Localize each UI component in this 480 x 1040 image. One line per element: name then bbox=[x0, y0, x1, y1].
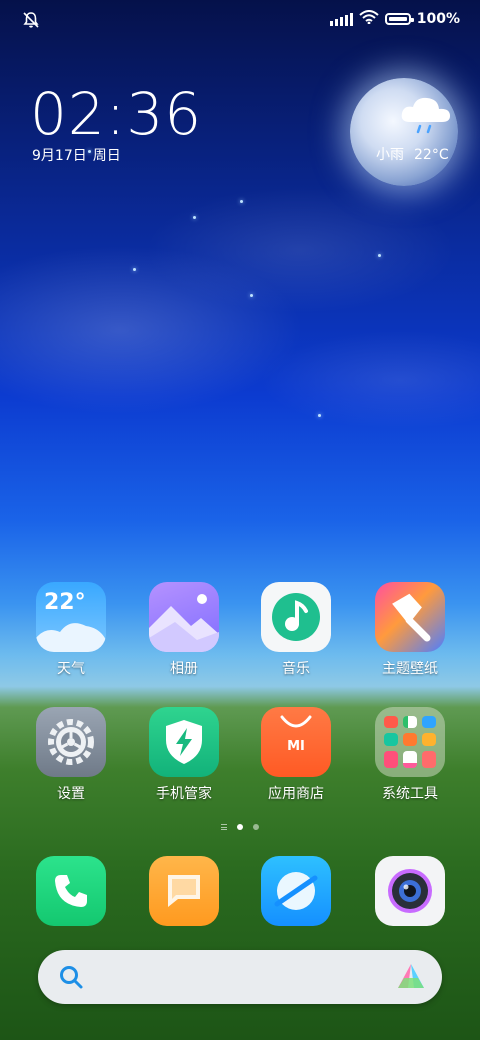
weather-app-temp: 22° bbox=[44, 590, 86, 615]
app-themes[interactable]: 主题壁纸 bbox=[354, 582, 466, 678]
app-label: 音乐 bbox=[282, 661, 310, 677]
dock-messages[interactable] bbox=[128, 856, 240, 926]
search-bar[interactable] bbox=[38, 950, 442, 1004]
folder-mini-app-icon bbox=[403, 716, 417, 729]
clock-date[interactable]: 9月17日 周日 bbox=[32, 145, 121, 165]
folder-mini-app-icon bbox=[403, 750, 417, 768]
signal-icon bbox=[329, 12, 353, 26]
app-label: 应用商店 bbox=[268, 786, 324, 802]
date-text: 9月17日 bbox=[32, 148, 87, 164]
dock-browser[interactable] bbox=[240, 856, 352, 926]
wifi-icon bbox=[359, 10, 379, 28]
weather-summary[interactable]: 小雨 22°C bbox=[376, 144, 449, 164]
app-store-icon: MI bbox=[261, 707, 331, 777]
battery-level-fill bbox=[388, 17, 407, 21]
store-logo-text: MI bbox=[287, 739, 305, 754]
page-menu-icon bbox=[221, 824, 227, 830]
home-screen: 100% 02:36 9月17日 周日 小雨 22°C 22° 天气 相册 音乐… bbox=[0, 0, 480, 1040]
camera-icon bbox=[375, 856, 445, 926]
phone-icon bbox=[36, 856, 106, 926]
page-dot bbox=[237, 824, 243, 830]
folder-mini-app-icon bbox=[384, 733, 398, 746]
page-indicator[interactable] bbox=[0, 824, 480, 830]
weather-temperature: 22°C bbox=[414, 147, 449, 163]
weather-condition: 小雨 bbox=[376, 147, 404, 163]
app-store[interactable]: MI 应用商店 bbox=[240, 707, 352, 803]
clock-time[interactable]: 02:36 bbox=[30, 80, 202, 148]
folder-system-tools[interactable]: 系统工具 bbox=[354, 707, 466, 803]
folder-mini-app-icon bbox=[384, 716, 398, 729]
app-security[interactable]: 手机管家 bbox=[128, 707, 240, 803]
status-bar: 100% bbox=[0, 10, 480, 34]
browser-icon bbox=[261, 856, 331, 926]
settings-gear-icon bbox=[36, 707, 106, 777]
app-music[interactable]: 音乐 bbox=[240, 582, 352, 678]
app-label: 相册 bbox=[170, 661, 198, 677]
mute-bell-icon bbox=[22, 11, 40, 33]
themes-icon bbox=[375, 582, 445, 652]
folder-mini-app-icon bbox=[384, 750, 398, 768]
battery-percent: 100% bbox=[416, 11, 460, 27]
dock-camera[interactable] bbox=[354, 856, 466, 926]
page-dot bbox=[253, 824, 259, 830]
assistant-icon[interactable] bbox=[396, 962, 426, 994]
app-label: 主题壁纸 bbox=[382, 661, 438, 677]
music-icon bbox=[261, 582, 331, 652]
app-label: 手机管家 bbox=[156, 786, 212, 802]
app-label: 系统工具 bbox=[382, 786, 438, 802]
search-icon bbox=[58, 964, 84, 994]
folder-mini-app-icon bbox=[422, 733, 436, 746]
weekday-text: 周日 bbox=[92, 148, 121, 164]
app-settings[interactable]: 设置 bbox=[15, 707, 127, 803]
dock-phone[interactable] bbox=[15, 856, 127, 926]
rain-cloud-icon bbox=[398, 92, 454, 140]
gallery-icon bbox=[149, 582, 219, 652]
weather-app-icon: 22° bbox=[36, 582, 106, 652]
battery-icon bbox=[384, 13, 414, 25]
folder-mini-app-icon bbox=[422, 750, 436, 768]
messages-icon bbox=[149, 856, 219, 926]
folder-mini-app-icon bbox=[422, 716, 436, 729]
security-shield-icon bbox=[149, 707, 219, 777]
app-gallery[interactable]: 相册 bbox=[128, 582, 240, 678]
app-weather[interactable]: 22° 天气 bbox=[15, 582, 127, 678]
app-label: 设置 bbox=[57, 786, 85, 802]
tools-folder-icon bbox=[375, 707, 445, 777]
app-label: 天气 bbox=[57, 661, 85, 677]
folder-mini-app-icon bbox=[403, 733, 417, 746]
